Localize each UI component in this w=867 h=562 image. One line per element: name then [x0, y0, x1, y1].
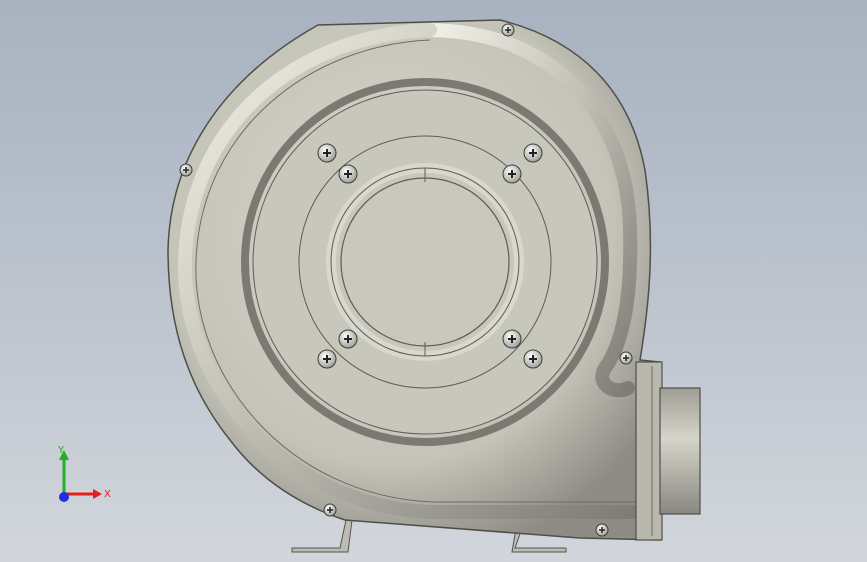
screw-icon [501, 23, 515, 37]
screw-icon [317, 349, 337, 369]
screw-icon [502, 164, 522, 184]
screw-icon [179, 163, 193, 177]
screw-icon [323, 503, 337, 517]
y-axis-label: Y [57, 445, 65, 456]
screw-icon [338, 164, 358, 184]
x-axis-label: X [104, 489, 111, 500]
blower-model[interactable] [0, 0, 867, 562]
screw-icon [502, 329, 522, 349]
outlet-port[interactable] [635, 361, 701, 541]
screw-icon [619, 351, 633, 365]
inlet-opening[interactable] [340, 177, 510, 347]
z-axis-dot [59, 492, 69, 502]
screw-icon [523, 349, 543, 369]
graphics-viewport[interactable]: Y X [0, 0, 867, 562]
screw-icon [523, 143, 543, 163]
reference-triad[interactable]: Y X [40, 436, 120, 516]
screw-icon [317, 143, 337, 163]
screw-icon [595, 523, 609, 537]
screw-icon [338, 329, 358, 349]
